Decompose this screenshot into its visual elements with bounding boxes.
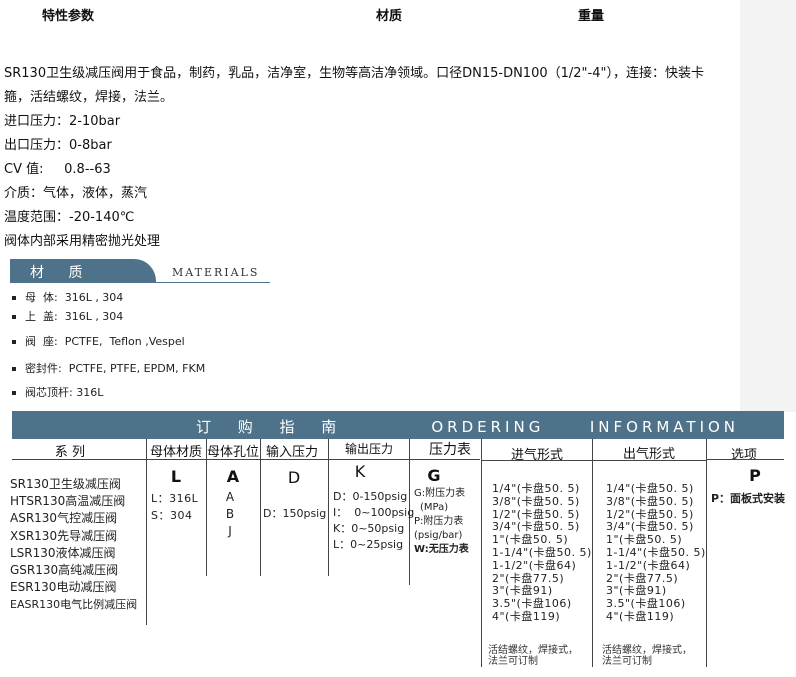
header-weight: 重量	[578, 9, 605, 24]
header-rule	[706, 459, 784, 460]
series-item: GSR130高纯减压阀	[10, 563, 119, 578]
bullet-icon	[12, 367, 16, 371]
header-material: 材质	[376, 9, 403, 24]
material-item: 密封件: PCTFE, PTFE, EPDM, FKM	[12, 360, 205, 376]
outlet-size: 1-1/4"(卡盘50. 5)	[606, 545, 706, 559]
description-line: 阀体内部采用精密抛光处理	[4, 234, 161, 249]
col-body-bore: 母体孔位	[206, 445, 259, 460]
outlet-form-note: 活结螺纹，焊接式， 法兰可订制	[602, 645, 692, 667]
inlet-pressure-options: D：150psig	[263, 507, 327, 520]
material-item: 阀芯顶杆: 316L	[12, 384, 103, 400]
gauge-options: G:附压力表 (MPa) P:附压力表 (psig/bar) W:无压力表	[414, 488, 469, 555]
column-divider	[592, 439, 593, 667]
description-line: SR130卫生级减压阀用于食品，制药，乳品，洁净室，生物等高洁净领域。口径DN1…	[4, 66, 704, 105]
inlet-pressure-code: D	[287, 468, 301, 487]
body-material-code: L	[170, 467, 182, 486]
materials-underline	[156, 282, 270, 283]
ordering-title: 订 购 指 南 ORDERING INFORMATION	[196, 418, 740, 436]
column-divider	[328, 439, 329, 576]
series-item: SR130卫生级减压阀	[10, 477, 121, 491]
col-outlet-pressure: 输出压力	[344, 442, 393, 456]
series-item: EASR130电气比例减压阀	[10, 598, 138, 612]
col-options: 选项	[730, 448, 757, 463]
series-item: ASR130气控减压阀	[10, 511, 118, 526]
outlet-size: 4"(卡盘119)	[606, 609, 675, 623]
outlet-form-list: 1/4"(卡盘50. 5) 3/8"(卡盘50. 5) 1/2"(卡盘50. 5…	[606, 482, 706, 624]
material-item: 母 体: 316L , 304	[12, 289, 123, 305]
column-divider	[706, 439, 707, 667]
series-item: LSR130液体减压阀	[10, 545, 116, 560]
bullet-icon	[12, 340, 16, 344]
outlet-pressure-code: K	[354, 462, 366, 481]
series-item: HTSR130高温减压阀	[10, 494, 126, 509]
inlet-form-note: 活结螺纹，焊接式， 法兰可订制	[488, 645, 578, 667]
outlet-size: 3/8"(卡盘50. 5)	[606, 494, 694, 508]
outlet-pressure-options: D：0-150psig I： 0~100psig K：0~50psig L：0~…	[333, 490, 415, 551]
inlet-size: 4"(卡盘119)	[492, 609, 561, 623]
material-item: 上 盖: 316L , 304	[12, 308, 123, 324]
outlet-size: 1/4"(卡盘50. 5)	[606, 482, 694, 495]
body-material-options: L：316L S：304	[151, 492, 199, 522]
materials-title: 材 质	[30, 265, 93, 281]
product-description: SR130卫生级减压阀用于食品，制药，乳品，洁净室，生物等高洁净领域。口径DN1…	[4, 62, 726, 254]
outlet-size: 1-1/2"(卡盘64)	[606, 558, 691, 572]
col-gauge: 压力表	[429, 442, 471, 458]
inlet-size: 3/8"(卡盘50. 5)	[492, 494, 580, 508]
series-list: SR130卫生级减压阀 HTSR130高温减压阀 ASR130气控减压阀 XSR…	[10, 476, 137, 614]
series-item: XSR130先导减压阀	[10, 528, 118, 543]
materials-title-en: MATERIALS	[172, 266, 260, 279]
col-inlet-pressure: 输入压力	[265, 445, 318, 460]
options-code: P	[749, 466, 761, 485]
description-line: CV 值: 0.8--63	[4, 162, 111, 177]
bullet-icon	[12, 296, 16, 300]
column-divider	[260, 439, 261, 576]
description-line: 介质：气体，液体，蒸汽	[4, 186, 148, 201]
bullet-icon	[12, 315, 16, 319]
description-line: 出口压力：0-8bar	[4, 138, 112, 153]
inlet-size: 1/4"(卡盘50. 5)	[492, 482, 580, 495]
inlet-form-list: 1/4"(卡盘50. 5) 3/8"(卡盘50. 5) 1/2"(卡盘50. 5…	[492, 482, 592, 624]
series-item: ESR130电动减压阀	[10, 580, 117, 595]
col-series: 系 列	[54, 445, 86, 460]
column-divider	[481, 439, 482, 667]
col-body-material: 母体材质	[149, 445, 202, 460]
body-bore-options: A B J	[225, 490, 235, 538]
description-line: 温度范围：-20-140℃	[4, 210, 135, 225]
header-rule	[482, 460, 706, 461]
bullet-icon	[12, 391, 16, 395]
options-text: P：面板式安装	[711, 492, 786, 505]
header-specs: 特性参数	[42, 9, 95, 24]
gauge-code: G	[427, 466, 441, 485]
right-side-panel	[740, 0, 796, 412]
body-bore-code: A	[226, 467, 240, 486]
material-item: 阀 座: PCTFE, Teflon ,Vespel	[12, 333, 185, 349]
description-line: 进口压力：2-10bar	[4, 114, 121, 129]
inlet-size: 1-1/2"(卡盘64)	[492, 558, 577, 572]
inlet-size: 1-1/4"(卡盘50. 5)	[492, 545, 592, 559]
